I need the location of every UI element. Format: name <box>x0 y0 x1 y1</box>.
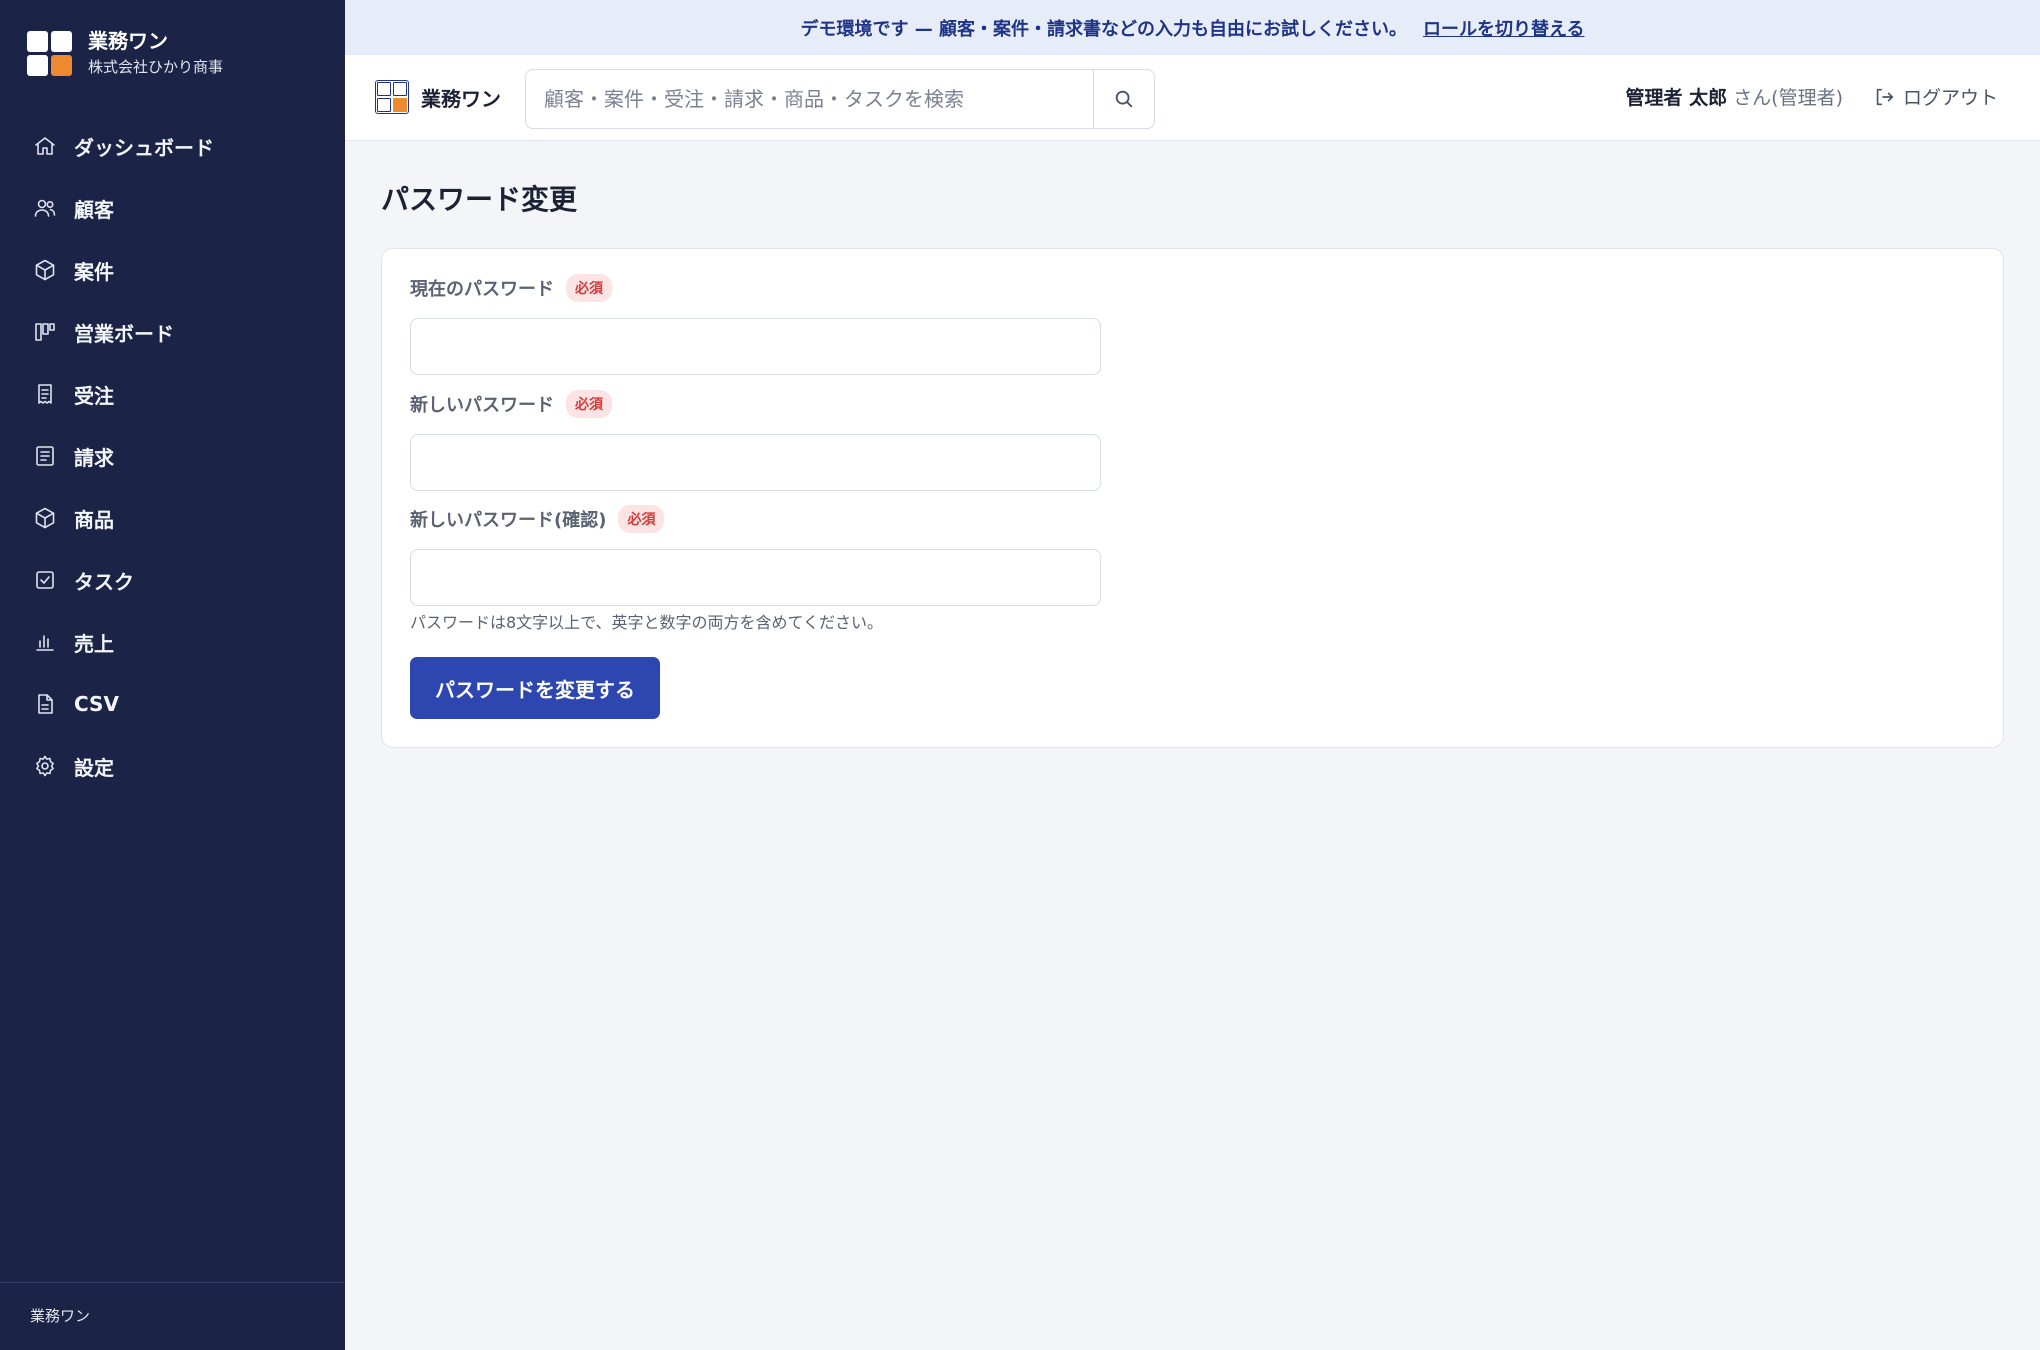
document-icon <box>32 443 58 469</box>
receipt-icon <box>32 381 58 407</box>
sidebar-item-settings[interactable]: 設定 <box>18 740 327 792</box>
brand-name: 業務ワン <box>88 29 168 53</box>
sidebar-item-label: ダッシュボード <box>74 135 214 160</box>
sidebar-footer: 業務ワン <box>30 1307 91 1325</box>
sidebar-item-csv[interactable]: CSV <box>18 678 327 730</box>
sidebar-item-label: 請求 <box>74 445 114 470</box>
logout-label: ログアウト <box>1902 87 1998 109</box>
top-header: 業務ワン 管理者 太郎 さん(管理者) ログアウト <box>345 55 2040 141</box>
brand[interactable]: 業務ワン 株式会社ひかり商事 <box>27 28 223 78</box>
sidebar-item-label: 設定 <box>74 755 114 780</box>
search-input[interactable] <box>526 70 1093 128</box>
new-password-input[interactable] <box>410 434 1101 491</box>
current-password-input[interactable] <box>410 318 1101 375</box>
search-box <box>525 69 1155 129</box>
sidebar-item-sales-board[interactable]: 営業ボード <box>18 306 327 358</box>
demo-banner: デモ環境です — 顧客・案件・請求書などの入力も自由にお試しください。 ロールを… <box>345 0 2040 55</box>
box-icon <box>32 257 58 283</box>
divider <box>0 1282 345 1283</box>
header-app-name: 業務ワン <box>421 86 501 111</box>
sidebar-item-products[interactable]: 商品 <box>18 492 327 544</box>
user-area: 管理者 太郎 さん(管理者) ログアウト <box>1626 83 1998 110</box>
sidebar-item-label: 売上 <box>74 631 114 656</box>
sidebar-item-tasks[interactable]: タスク <box>18 554 327 606</box>
company-name: 株式会社ひかり商事 <box>88 58 224 76</box>
sidebar-item-label: CSV <box>74 692 119 716</box>
sidebar-item-sales[interactable]: 売上 <box>18 616 327 668</box>
users-icon <box>32 195 58 221</box>
required-badge: 必須 <box>618 505 665 533</box>
required-badge: 必須 <box>566 274 612 302</box>
confirm-password-field: 新しいパスワード(確認) 必須 <box>410 502 1101 606</box>
switch-role-link[interactable]: ロールを切り替える <box>1423 15 1584 41</box>
sidebar-item-deals[interactable]: 案件 <box>18 244 327 296</box>
bar-chart-icon <box>32 629 58 655</box>
header-logo[interactable]: 業務ワン <box>375 80 501 114</box>
logo-icon <box>375 80 409 114</box>
logout-button[interactable]: ログアウト <box>1873 83 1998 110</box>
sidebar-item-label: 受注 <box>74 383 114 408</box>
brand-logo-icon <box>27 30 72 76</box>
confirm-password-input[interactable] <box>410 549 1101 606</box>
field-label: 現在のパスワード <box>410 279 554 300</box>
sidebar-item-label: 案件 <box>74 259 114 284</box>
new-password-field: 新しいパスワード 必須 <box>410 387 1101 491</box>
sidebar-item-label: タスク <box>74 569 134 594</box>
field-label: 新しいパスワード <box>410 395 554 416</box>
demo-banner-text: デモ環境です — 顧客・案件・請求書などの入力も自由にお試しください。 <box>800 18 1408 40</box>
search-button[interactable] <box>1093 70 1154 128</box>
current-password-field: 現在のパスワード 必須 <box>410 271 1101 375</box>
password-help-text: パスワードは8文字以上で、英字と数字の両方を含めてください。 <box>410 613 884 632</box>
sidebar-item-label: 営業ボード <box>74 321 174 346</box>
user-name: 管理者 太郎 <box>1625 87 1728 109</box>
sidebar-item-dashboard[interactable]: ダッシュボード <box>18 120 327 172</box>
field-label: 新しいパスワード(確認) <box>410 510 607 531</box>
package-icon <box>32 505 58 531</box>
user-role: さん(管理者) <box>1733 87 1843 109</box>
sidebar-item-customers[interactable]: 顧客 <box>18 182 327 234</box>
sidebar-item-label: 商品 <box>74 507 114 532</box>
change-password-button[interactable]: パスワードを変更する <box>410 657 660 719</box>
checkbox-icon <box>32 567 58 593</box>
password-form-card: 現在のパスワード 必須 新しいパスワード 必須 新しいパスワード(確認) 必須 … <box>381 248 2004 748</box>
sidebar-item-orders[interactable]: 受注 <box>18 368 327 420</box>
home-icon <box>32 133 58 159</box>
logout-icon <box>1876 88 1894 105</box>
file-icon <box>32 691 58 717</box>
sidebar: 業務ワン 株式会社ひかり商事 ダッシュボード 顧客 案件 営業ボード 受注 請求… <box>0 0 345 1350</box>
search-icon <box>1115 90 1133 108</box>
page-title: パスワード変更 <box>381 183 578 216</box>
sidebar-item-invoices[interactable]: 請求 <box>18 430 327 482</box>
gear-icon <box>32 753 58 779</box>
sidebar-item-label: 顧客 <box>74 197 114 222</box>
required-badge: 必須 <box>566 390 612 418</box>
kanban-icon <box>32 319 58 345</box>
